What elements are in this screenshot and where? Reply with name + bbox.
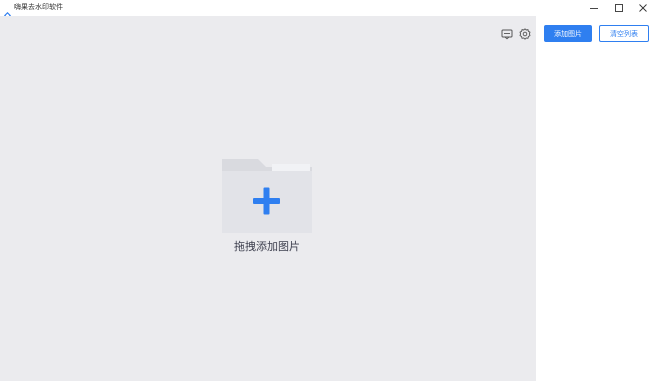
add-image-button[interactable]: 添加图片 (544, 25, 592, 42)
feedback-icon[interactable] (501, 28, 513, 40)
maximize-icon (615, 4, 623, 12)
minimize-button[interactable] (581, 0, 607, 16)
close-button[interactable] (630, 0, 656, 16)
title-bar[interactable]: 嗨果去水印软件 (0, 0, 656, 19)
image-drop-area[interactable]: 拖拽添加图片 (0, 16, 536, 381)
clear-list-button[interactable]: 清空列表 (599, 25, 649, 42)
minimize-icon (590, 8, 598, 9)
settings-icon[interactable] (519, 28, 531, 40)
close-icon (639, 4, 647, 12)
maximize-button[interactable] (606, 0, 632, 16)
window-title: 嗨果去水印软件 (14, 3, 63, 11)
folder-add-icon[interactable] (222, 159, 312, 233)
image-list-panel: 添加图片 清空列表 (536, 16, 656, 381)
drop-hint-label: 拖拽添加图片 (234, 240, 300, 253)
app-window: 嗨果去水印软件 拖拽添加图片 添加图片 清空列表 (0, 0, 656, 381)
app-logo-icon (4, 4, 11, 19)
